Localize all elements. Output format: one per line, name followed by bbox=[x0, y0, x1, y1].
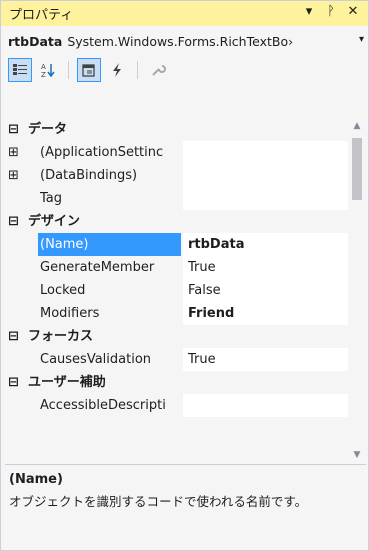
properties-window: プロパティ ▾ ᚹ ✕ rtbData System.Windows.Forms… bbox=[0, 0, 369, 551]
events-icon bbox=[113, 63, 121, 77]
description-pane: (Name) オブジェクトを識別するコードで使われる名前です。 bbox=[5, 464, 366, 548]
property-name: Tag bbox=[38, 187, 181, 210]
property-value[interactable]: Friend bbox=[183, 302, 348, 325]
property-name: Locked bbox=[38, 279, 181, 302]
property-row[interactable]: Modifiers Friend bbox=[5, 302, 348, 325]
alphabetical-icon: A Z bbox=[41, 63, 55, 78]
collapse-icon[interactable]: ⊟ bbox=[8, 122, 19, 137]
property-name: (Name) bbox=[38, 233, 181, 256]
category-label: データ bbox=[28, 122, 68, 137]
collapse-icon[interactable]: ⊟ bbox=[8, 214, 19, 229]
property-pages-button[interactable] bbox=[146, 58, 170, 82]
vertical-scrollbar[interactable]: ▲ ▼ bbox=[348, 118, 366, 464]
property-row[interactable]: CausesValidation True bbox=[5, 348, 348, 371]
categorized-button[interactable] bbox=[8, 58, 32, 82]
property-value[interactable]: True bbox=[183, 348, 348, 371]
category-accessibility[interactable]: ⊟ ユーザー補助 bbox=[5, 371, 348, 394]
svg-text:A: A bbox=[41, 63, 46, 71]
toolbar-separator bbox=[137, 61, 138, 79]
object-type: System.Windows.Forms.RichTextBo› bbox=[67, 33, 294, 49]
property-row[interactable]: ⊞ (DataBindings) bbox=[5, 164, 348, 187]
category-design[interactable]: ⊟ デザイン bbox=[5, 210, 348, 233]
property-name: (ApplicationSettinc bbox=[38, 141, 181, 164]
property-value[interactable] bbox=[183, 394, 348, 417]
collapse-icon[interactable]: ⊟ bbox=[8, 329, 19, 344]
properties-button[interactable] bbox=[77, 58, 101, 82]
property-name: CausesValidation bbox=[38, 348, 181, 371]
description-text: オブジェクトを識別するコードで使われる名前です。 bbox=[9, 494, 308, 509]
title-buttons: ▾ ᚹ ✕ bbox=[302, 4, 360, 19]
property-value[interactable] bbox=[183, 141, 348, 164]
svg-text:Z: Z bbox=[41, 71, 46, 78]
wrench-icon bbox=[152, 65, 166, 76]
expand-icon[interactable]: ⊞ bbox=[8, 145, 19, 160]
property-value[interactable]: True bbox=[183, 256, 348, 279]
property-row[interactable]: ⊞ (ApplicationSettinc bbox=[5, 141, 348, 164]
property-value[interactable]: rtbData bbox=[183, 233, 348, 256]
object-name: rtbData bbox=[8, 33, 63, 49]
window-title: プロパティ bbox=[9, 8, 74, 23]
property-toolbar: A Z bbox=[5, 55, 366, 85]
scroll-up-icon[interactable]: ▲ bbox=[348, 118, 366, 135]
scroll-thumb[interactable] bbox=[352, 138, 362, 200]
category-label: デザイン bbox=[28, 214, 81, 229]
property-name: (DataBindings) bbox=[38, 164, 181, 187]
property-value[interactable] bbox=[183, 164, 348, 187]
property-value[interactable] bbox=[183, 187, 348, 210]
description-title: (Name) bbox=[9, 472, 63, 487]
scroll-down-icon[interactable]: ▼ bbox=[348, 447, 366, 464]
alphabetical-button[interactable]: A Z bbox=[36, 58, 60, 82]
property-value[interactable]: False bbox=[183, 279, 348, 302]
property-row[interactable]: Tag bbox=[5, 187, 348, 210]
category-label: ユーザー補助 bbox=[28, 375, 106, 390]
pin-icon[interactable]: ᚹ bbox=[324, 4, 338, 19]
chevron-down-icon[interactable]: ▾ bbox=[359, 34, 364, 45]
close-icon[interactable]: ✕ bbox=[346, 4, 360, 19]
property-row[interactable]: Locked False bbox=[5, 279, 348, 302]
property-name: GenerateMember bbox=[38, 256, 181, 279]
category-label: フォーカス bbox=[28, 329, 94, 344]
events-button[interactable] bbox=[105, 58, 129, 82]
property-name: Modifiers bbox=[38, 302, 181, 325]
window-position-dropdown-icon[interactable]: ▾ bbox=[302, 4, 316, 19]
property-grid: ⊟ データ ⊞ (ApplicationSettinc ⊞ (DataBindi… bbox=[5, 118, 366, 464]
properties-icon bbox=[82, 64, 95, 77]
collapse-icon[interactable]: ⊟ bbox=[8, 375, 19, 390]
property-row[interactable]: AccessibleDescripti bbox=[5, 394, 348, 417]
category-focus[interactable]: ⊟ フォーカス bbox=[5, 325, 348, 348]
categorized-icon bbox=[13, 64, 27, 75]
property-row-selected[interactable]: (Name) rtbData bbox=[5, 233, 348, 256]
property-name: AccessibleDescripti bbox=[38, 394, 181, 417]
object-selector[interactable]: rtbData System.Windows.Forms.RichTextBo›… bbox=[5, 30, 366, 52]
expand-icon[interactable]: ⊞ bbox=[8, 168, 19, 183]
title-bar: プロパティ ▾ ᚹ ✕ bbox=[1, 1, 368, 26]
category-data[interactable]: ⊟ データ bbox=[5, 118, 348, 141]
property-row[interactable]: GenerateMember True bbox=[5, 256, 348, 279]
toolbar-separator bbox=[68, 61, 69, 79]
